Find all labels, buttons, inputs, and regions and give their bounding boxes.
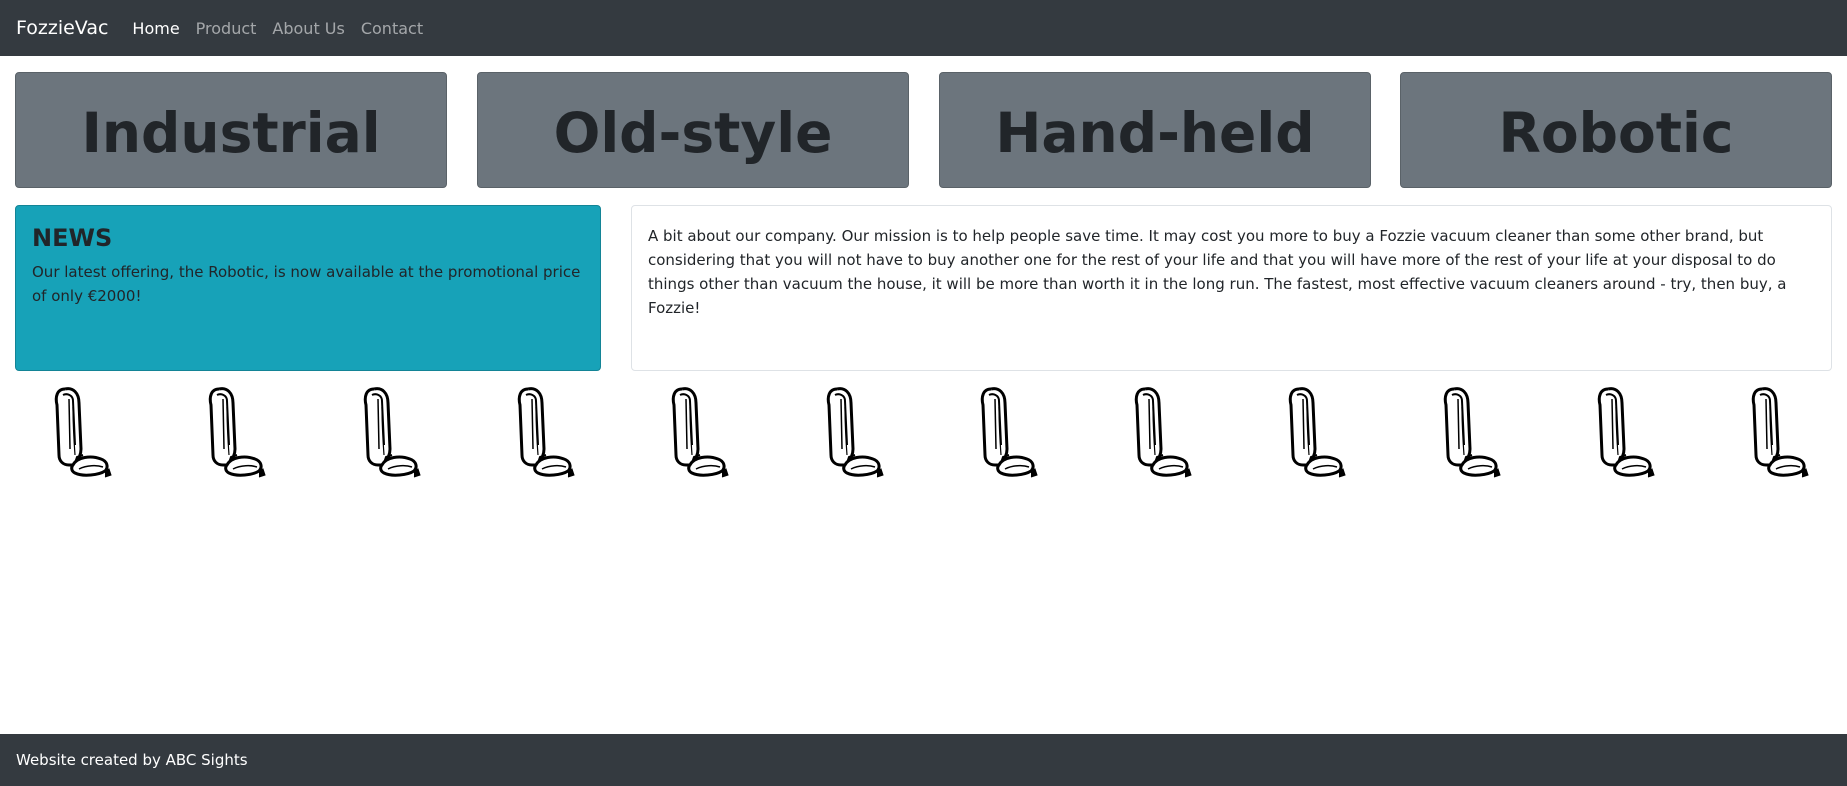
category-industrial-button[interactable]: Industrial <box>15 72 447 188</box>
category-label: Hand-held <box>995 100 1315 165</box>
upright-vacuum-icon <box>363 387 421 478</box>
upright-vacuum-icon <box>517 387 575 478</box>
upright-vacuum-icon <box>1752 387 1809 478</box>
upright-vacuum-icon <box>1289 387 1347 478</box>
upright-vacuum-icon <box>1597 387 1655 478</box>
upright-vacuum-icon <box>54 387 112 478</box>
vacuum-image-row <box>15 385 1832 481</box>
news-title: NEWS <box>32 224 113 252</box>
category-label: Industrial <box>81 100 381 165</box>
about-text: A bit about our company. Our mission is … <box>648 227 1787 317</box>
top-navbar: FozzieVac Home Product About Us Contact <box>0 0 1847 56</box>
nav-link-home[interactable]: Home <box>132 19 179 38</box>
nav-link-contact[interactable]: Contact <box>361 19 423 38</box>
category-label: Old-style <box>553 100 833 165</box>
upright-vacuum-icon <box>980 387 1038 478</box>
news-text: Our latest offering, the Robotic, is now… <box>32 263 581 305</box>
news-panel: NEWS Our latest offering, the Robotic, i… <box>15 205 601 371</box>
category-robotic-button[interactable]: Robotic <box>1400 72 1832 188</box>
brand-link[interactable]: FozzieVac <box>16 17 108 39</box>
category-row: Industrial Old-style Hand-held Robotic <box>15 72 1832 188</box>
upright-vacuum-icon <box>671 387 729 478</box>
category-label: Robotic <box>1498 100 1734 165</box>
upright-vacuum-icon <box>826 387 884 478</box>
nav-link-about-us[interactable]: About Us <box>272 19 344 38</box>
upright-vacuum-icon <box>209 387 266 478</box>
category-hand-held-button[interactable]: Hand-held <box>939 72 1371 188</box>
upright-vacuum-icon <box>1443 387 1501 478</box>
nav-link-product[interactable]: Product <box>196 19 257 38</box>
about-panel: A bit about our company. Our mission is … <box>631 205 1832 371</box>
category-old-style-button[interactable]: Old-style <box>477 72 909 188</box>
page-footer: Website created by ABC Sights <box>0 734 1847 786</box>
upright-vacuum-icon <box>1134 387 1192 478</box>
footer-credit: Website created by ABC Sights <box>16 751 248 769</box>
